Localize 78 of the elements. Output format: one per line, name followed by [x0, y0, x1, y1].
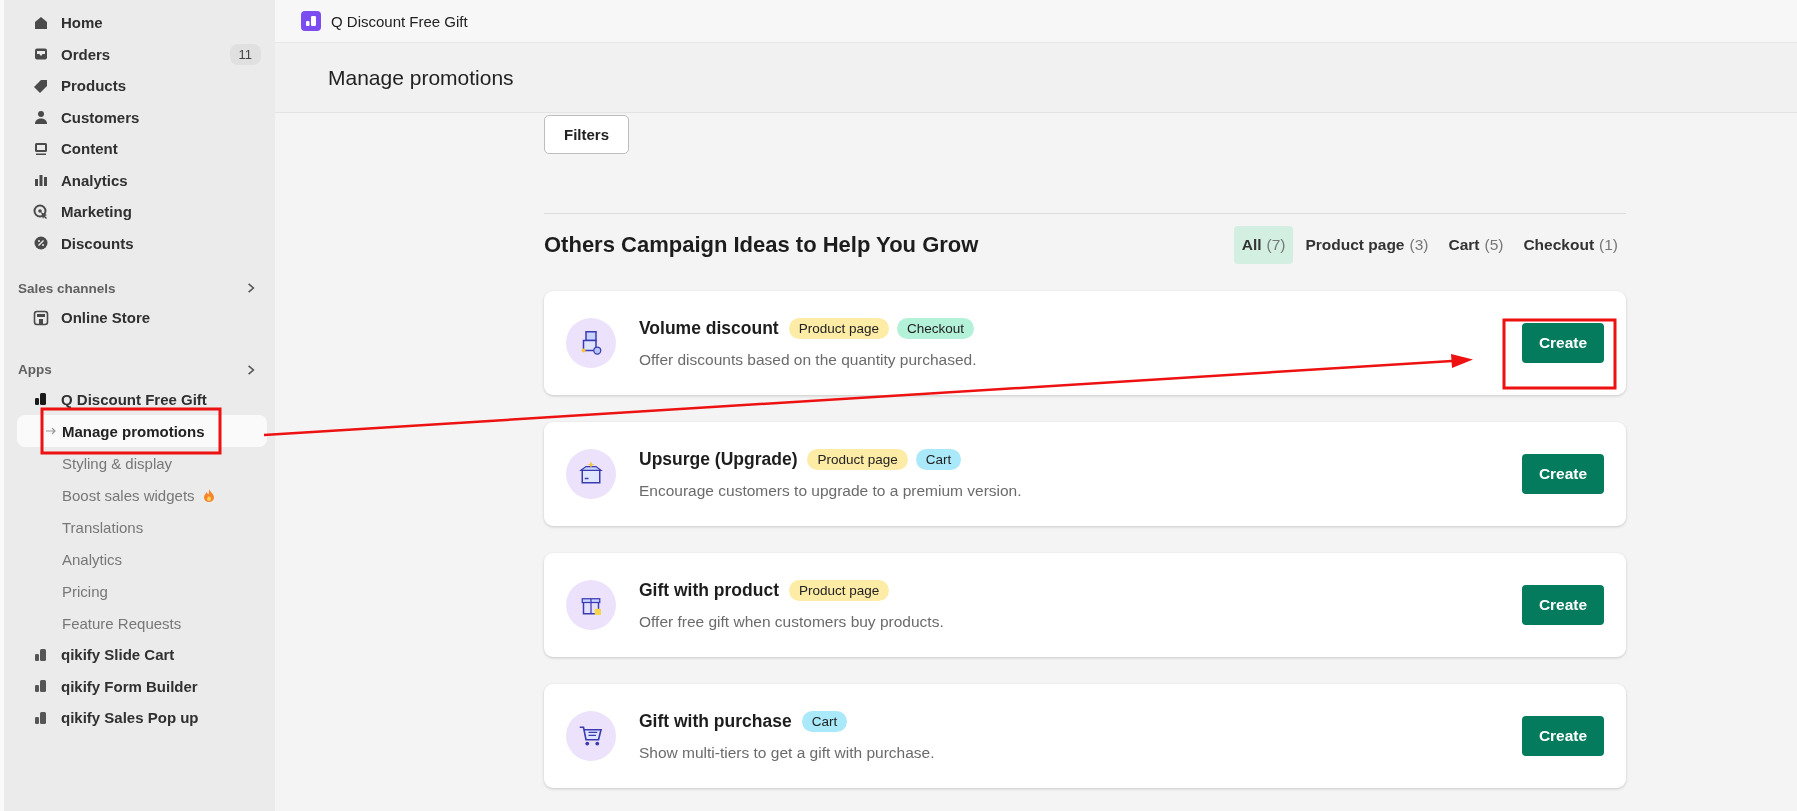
nav-item[interactable]: Online Store [17, 302, 267, 334]
tab-label: All [1241, 236, 1262, 254]
page-title: Manage promotions [328, 65, 514, 90]
tab-label: Cart [1448, 236, 1480, 254]
subnav-item[interactable]: Styling & display [17, 447, 267, 479]
campaign-description: Show multi-tiers to get a gift with purchase. [639, 743, 936, 762]
inbox-icon [33, 46, 49, 63]
app-title: Q Discount Free Gift [331, 12, 468, 30]
tab-label: Checkout [1523, 236, 1595, 254]
app-icon [33, 646, 49, 663]
tag: Cart [915, 448, 962, 470]
app-item[interactable]: qikify Form Builder [17, 670, 267, 702]
filter-tab[interactable]: Product page (3) [1297, 226, 1437, 264]
nav-item[interactable]: Customers [17, 101, 267, 133]
create-button[interactable]: Create [1522, 716, 1604, 756]
subnav-item[interactable]: Manage promotions [17, 415, 267, 447]
nav-item[interactable]: Home [17, 7, 267, 39]
filter-tab[interactable]: Cart (5) [1440, 226, 1512, 264]
section-title: Apps [18, 362, 52, 377]
nav-item[interactable]: Discounts [17, 227, 267, 259]
campaign-title: Upsurge (Upgrade) [639, 448, 798, 470]
tag: Cart [801, 710, 848, 732]
app-item[interactable]: qikify Sales Pop up [17, 702, 267, 734]
person-icon [33, 109, 49, 126]
section-heading: Others Campaign Ideas to Help You Grow [544, 232, 979, 258]
filters-button[interactable]: Filters [544, 115, 629, 154]
nav-item[interactable]: Marketing [17, 196, 267, 228]
count-badge: 11 [229, 43, 261, 65]
chevron-right-icon[interactable] [245, 363, 257, 376]
app-item[interactable]: qikify Slide Cart [17, 639, 267, 671]
app-icon [33, 709, 49, 726]
content-icon [33, 140, 49, 157]
subnav-item[interactable]: Analytics [17, 543, 267, 575]
tab-count: (3) [1409, 236, 1429, 254]
home-icon [33, 14, 49, 31]
nav-item[interactable]: Orders 11 [17, 38, 267, 70]
tab-count: (1) [1599, 236, 1618, 254]
subnav-item[interactable]: Pricing [17, 575, 267, 607]
subnav-item[interactable]: Translations [17, 511, 267, 543]
tag: Product page [788, 317, 889, 339]
boxes-icon [566, 318, 616, 368]
filter-tab[interactable]: All (7) [1233, 226, 1294, 264]
create-button[interactable]: Create [1522, 585, 1604, 625]
nav-item[interactable]: Products [17, 70, 267, 102]
app-icon [33, 391, 49, 408]
tag: Product page [789, 579, 890, 601]
tab-count: (7) [1266, 236, 1286, 254]
campaign-description: Offer free gift when customers buy products. [639, 612, 945, 631]
store-icon [33, 309, 49, 326]
box-icon [566, 449, 616, 499]
nav-item[interactable]: Content [17, 133, 267, 165]
chevron-right-icon[interactable] [245, 282, 257, 294]
bar-chart-icon [33, 172, 49, 189]
tag: Checkout [897, 317, 975, 339]
app-icon [33, 678, 49, 695]
create-button[interactable]: Create [1522, 454, 1604, 494]
subnav-item[interactable]: Feature Requests [17, 607, 267, 639]
arrow-right-icon [45, 426, 57, 436]
tab-label: Product page [1305, 236, 1405, 254]
filter-tab[interactable]: Checkout (1) [1515, 226, 1626, 264]
campaign-description: Encourage customers to upgrade to a premium version. [639, 481, 1023, 500]
app-logo-icon [301, 11, 321, 31]
app-item[interactable]: Q Discount Free Gift [17, 383, 267, 415]
tag-icon [33, 77, 49, 94]
tab-count: (5) [1484, 236, 1504, 254]
campaign-title: Gift with purchase [639, 710, 792, 732]
section-title: Sales channels [18, 280, 116, 296]
nav-item[interactable]: Analytics [17, 164, 267, 196]
cart-icon [566, 711, 616, 761]
discount-icon [33, 235, 49, 252]
campaign-description: Offer discounts based on the quantity purchased. [639, 350, 978, 369]
tag: Product page [807, 448, 908, 470]
campaign-title: Volume discount [639, 317, 779, 339]
gift-icon [566, 580, 616, 630]
campaign-title: Gift with product [639, 579, 779, 601]
target-icon [33, 203, 49, 220]
create-button[interactable]: Create [1522, 323, 1604, 363]
subnav-item[interactable]: Boost sales widgets [17, 479, 267, 511]
